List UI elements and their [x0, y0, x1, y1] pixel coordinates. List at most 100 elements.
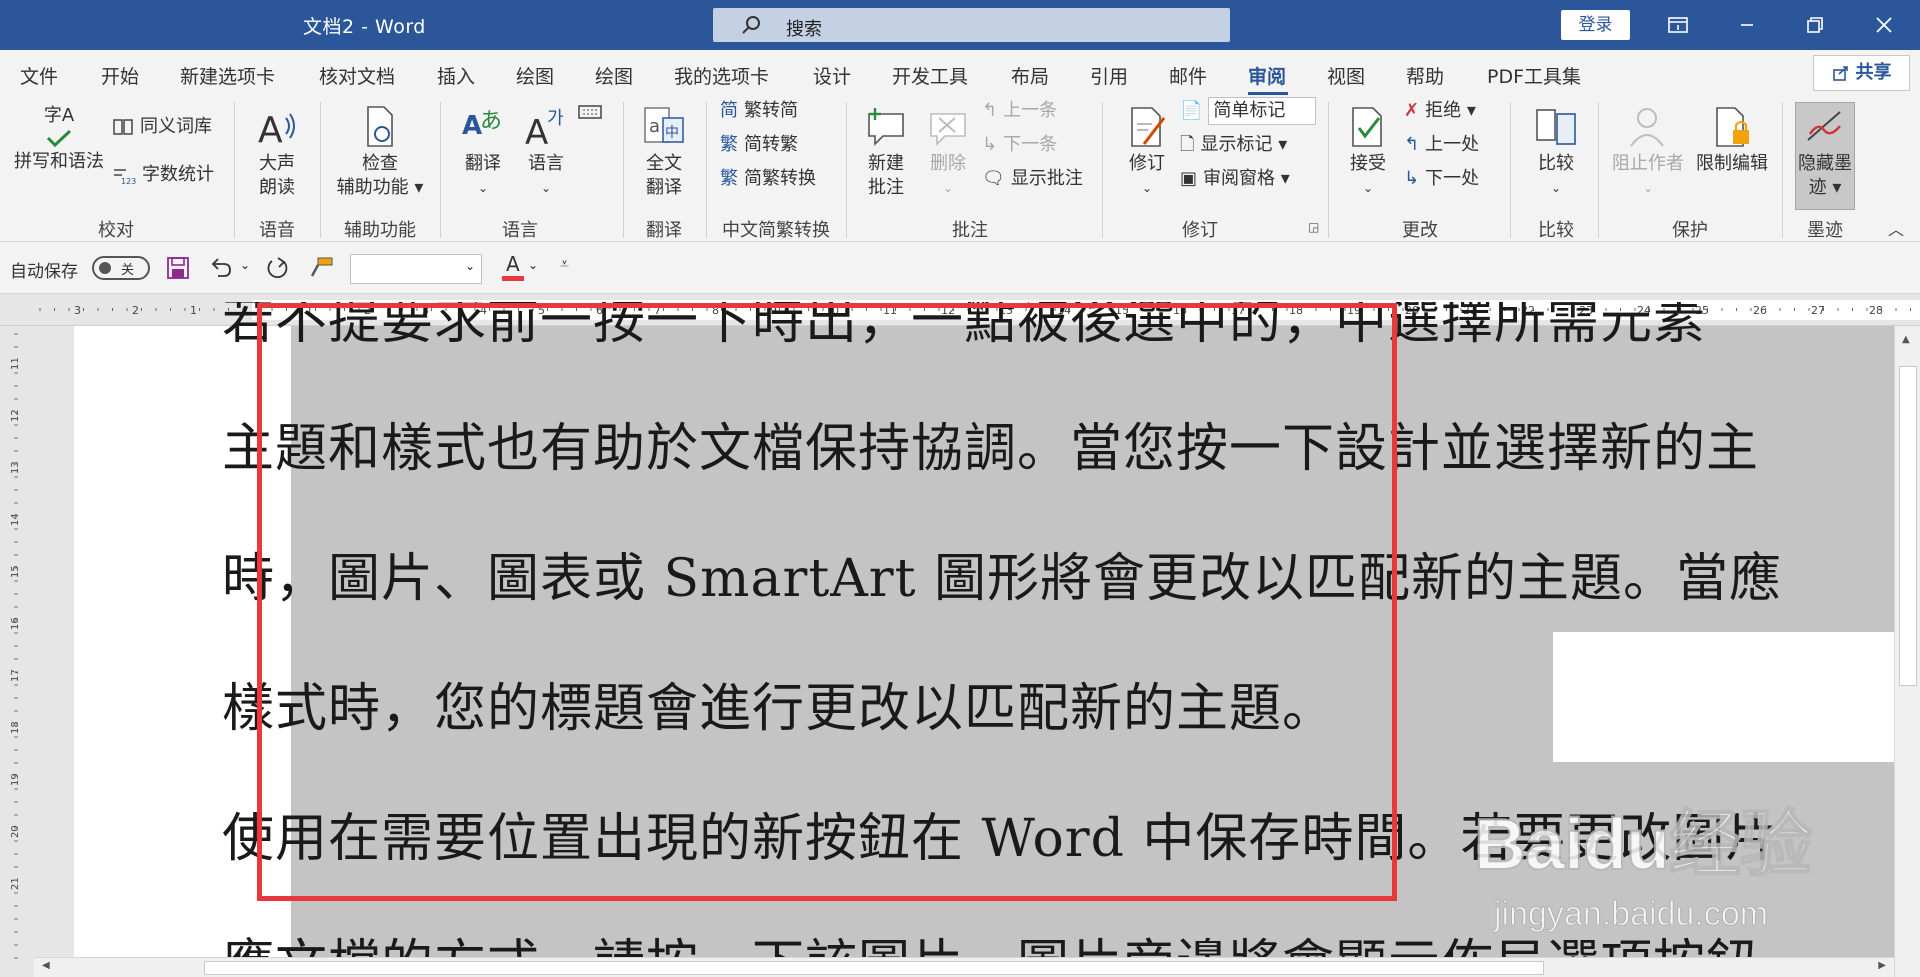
tab-mailings[interactable]: 邮件	[1169, 62, 1207, 89]
font-color-dropdown-icon[interactable]: ⌄	[528, 258, 538, 272]
reject-icon: ✗	[1404, 100, 1420, 121]
tab-my-tab[interactable]: 我的选项卡	[674, 62, 769, 89]
share-icon	[1832, 66, 1848, 81]
tab-new-tab[interactable]: 新建选项卡	[180, 62, 275, 89]
collapse-ribbon-icon[interactable]: ︿	[1888, 216, 1904, 240]
group-label-accessibility: 辅助功能	[344, 220, 416, 241]
full-translate-button[interactable]: a中 全文 翻译	[634, 104, 694, 200]
horizontal-scrollbar[interactable]: ◀ ▶	[34, 957, 1894, 977]
previous-comment-button[interactable]: ↰ 上一条	[982, 96, 1057, 126]
group-label-comments: 批注	[952, 220, 988, 241]
chevron-down-icon: ⌄	[1550, 181, 1562, 195]
login-button[interactable]: 登录	[1561, 10, 1630, 40]
new-comment-button[interactable]: 新建 批注	[858, 104, 914, 200]
next-comment-icon: ↳	[982, 134, 998, 155]
tab-draw-2[interactable]: 绘图	[595, 62, 633, 89]
tab-help[interactable]: 帮助	[1406, 62, 1444, 89]
ruler-number: 18	[10, 721, 21, 734]
ruler-number: 2	[132, 304, 139, 317]
markup-value: 简单标记	[1208, 97, 1317, 125]
ribbon-display-icon[interactable]	[1658, 8, 1698, 42]
translate-button[interactable]: Aあ 翻译 ⌄	[455, 104, 511, 200]
simplified-to-traditional-button[interactable]: 繁简转繁	[720, 130, 798, 160]
autosave-state: 关	[121, 263, 135, 278]
track-changes-button[interactable]: 修订 ⌄	[1122, 104, 1172, 200]
watermark-url: jingyan.baidu.com	[1493, 895, 1769, 934]
font-color-button[interactable]: A	[502, 252, 526, 282]
book-icon	[113, 119, 133, 135]
language-button[interactable]: A가 语言 ⌄	[518, 104, 574, 200]
delete-comment-button[interactable]: 删除 ⌄	[920, 104, 976, 200]
customize-qat-icon[interactable]: ⩡	[560, 254, 569, 274]
tab-review[interactable]: 审阅	[1248, 62, 1286, 89]
group-separator	[440, 102, 441, 238]
font-size-select[interactable]: ⌄	[350, 254, 482, 284]
save-icon[interactable]	[166, 256, 190, 280]
keyboard-icon[interactable]	[578, 100, 602, 130]
tab-design[interactable]: 设计	[813, 62, 851, 89]
unselected-area	[1553, 632, 1894, 762]
group-label-speech: 语音	[259, 220, 295, 241]
tab-check-doc[interactable]: 核对文档	[319, 62, 395, 89]
search-box[interactable]: 搜索	[713, 8, 1230, 42]
show-comments-button[interactable]: 🗨 显示批注	[982, 164, 1083, 194]
tab-draw[interactable]: 绘图	[516, 62, 554, 89]
redo-icon[interactable]	[264, 256, 290, 280]
reject-button[interactable]: ✗ 拒绝 ▾	[1404, 96, 1476, 126]
tab-view[interactable]: 视图	[1327, 62, 1365, 89]
next-change-button[interactable]: ↳ 下一处	[1404, 164, 1479, 194]
compare-button[interactable]: 比较 ⌄	[1526, 104, 1586, 200]
restore-icon[interactable]	[1795, 8, 1835, 42]
tab-home[interactable]: 开始	[101, 62, 139, 89]
check-accessibility-button[interactable]: 检查 辅助功能 ▾	[330, 104, 430, 200]
vertical-scroll-thumb[interactable]	[1899, 366, 1917, 686]
compare-icon	[1536, 109, 1576, 145]
window-title: 文档2 - Word	[303, 16, 426, 38]
markup-dropdown[interactable]: 📄 简单标记	[1180, 96, 1317, 126]
show-markup-button[interactable]: 🗋 显示标记 ▾	[1180, 130, 1287, 160]
tab-pdf-tools[interactable]: PDF工具集	[1487, 62, 1581, 89]
watermark-logo-text: Baidu经验	[1473, 804, 1813, 886]
spelling-label: 拼写和语法	[14, 151, 104, 172]
tab-file[interactable]: 文件	[20, 62, 58, 89]
scroll-up-icon[interactable]: ▲	[1902, 334, 1910, 345]
minimize-icon[interactable]	[1727, 8, 1767, 42]
tab-layout[interactable]: 布局	[1011, 62, 1049, 89]
undo-icon[interactable]	[208, 256, 234, 280]
read-aloud-button[interactable]: A 大声 朗读	[248, 104, 306, 200]
tab-insert[interactable]: 插入	[437, 62, 475, 89]
thesaurus-button[interactable]: 同义词库	[112, 112, 212, 142]
scroll-left-icon[interactable]: ◀	[42, 960, 50, 971]
word-count-button[interactable]: 123 字数统计	[112, 160, 214, 190]
chinese-conversion-button[interactable]: 繁简繁转换	[720, 164, 816, 194]
traditional-to-simplified-button[interactable]: 简繁转简	[720, 96, 798, 126]
active-tab-underline	[1248, 92, 1288, 95]
ruler-number: 12	[10, 409, 21, 422]
spelling-grammar-button[interactable]: 字A 拼写和语法	[12, 104, 106, 174]
previous-change-button[interactable]: ↰ 上一处	[1404, 130, 1479, 160]
scroll-right-icon[interactable]: ▶	[1878, 960, 1886, 971]
highlight-annotation-box	[257, 303, 1397, 901]
svg-text:a: a	[649, 116, 660, 137]
format-painter-icon[interactable]	[308, 256, 334, 280]
group-separator	[234, 102, 235, 238]
dialog-launcher-icon[interactable]: ◲	[1308, 220, 1319, 234]
undo-dropdown-icon[interactable]: ⌄	[240, 258, 250, 272]
chevron-down-icon: ⌄	[464, 259, 475, 273]
search-placeholder: 搜索	[786, 19, 822, 40]
block-authors-button[interactable]: 阻止作者 ⌄	[1610, 104, 1686, 200]
next-comment-button[interactable]: ↳ 下一条	[982, 130, 1057, 160]
tab-developer[interactable]: 开发工具	[892, 62, 968, 89]
accept-button[interactable]: 接受 ⌄	[1340, 104, 1396, 200]
horizontal-scroll-thumb[interactable]	[204, 961, 1544, 975]
tab-references[interactable]: 引用	[1090, 62, 1128, 89]
ruler-number: 21	[10, 877, 21, 890]
accept-change-icon	[1352, 107, 1382, 147]
share-button[interactable]: 共享	[1813, 55, 1910, 91]
autosave-toggle[interactable]: 关	[92, 256, 150, 280]
autosave-label: 自动保存	[10, 262, 78, 282]
close-icon[interactable]	[1864, 8, 1904, 42]
restrict-editing-button[interactable]: 限制编辑	[1692, 104, 1772, 176]
reviewing-pane-button[interactable]: ▣ 审阅窗格 ▾	[1180, 164, 1290, 194]
vertical-ruler[interactable]: 11 12 13 14 15 16 17 18 19 20 21	[0, 326, 34, 977]
